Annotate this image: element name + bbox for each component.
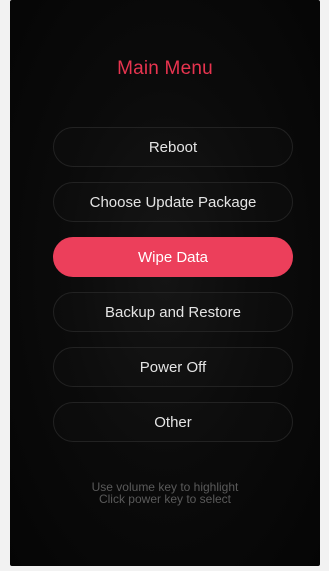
reboot-button[interactable]: Reboot xyxy=(53,127,293,167)
device-frame: Main Menu Reboot Choose Update Package W… xyxy=(0,0,329,571)
other-button[interactable]: Other xyxy=(53,402,293,442)
backup-and-restore-button[interactable]: Backup and Restore xyxy=(53,292,293,332)
main-menu: Reboot Choose Update Package Wipe Data B… xyxy=(53,127,293,457)
recovery-screen: Main Menu Reboot Choose Update Package W… xyxy=(10,0,320,566)
instruction-text: Use volume key to highlight Click power … xyxy=(10,481,320,505)
power-off-button[interactable]: Power Off xyxy=(53,347,293,387)
wipe-data-button[interactable]: Wipe Data xyxy=(53,237,293,277)
page-title: Main Menu xyxy=(117,58,213,79)
hint-line-2: Click power key to select xyxy=(98,492,232,506)
choose-update-package-button[interactable]: Choose Update Package xyxy=(53,182,293,222)
